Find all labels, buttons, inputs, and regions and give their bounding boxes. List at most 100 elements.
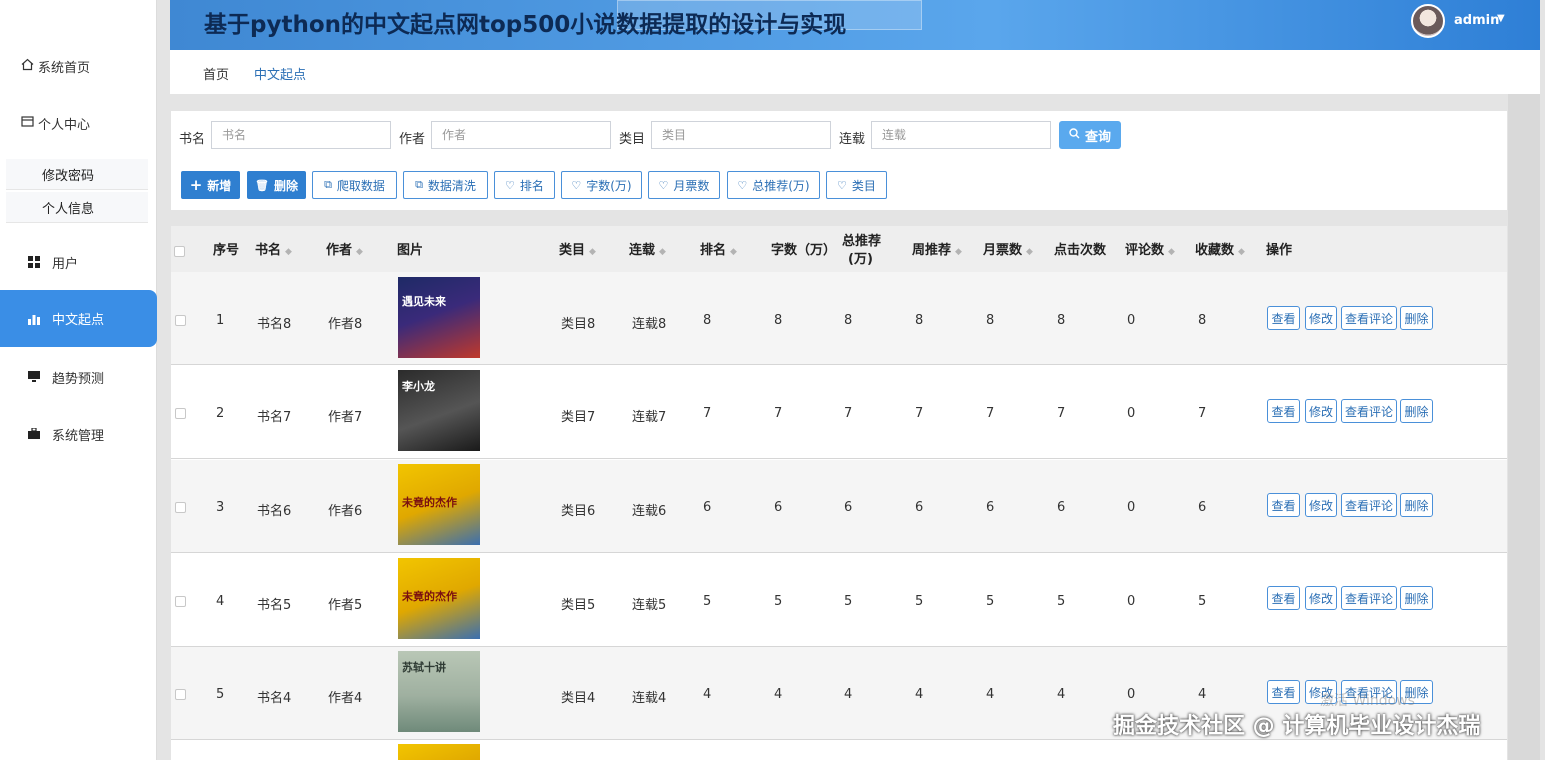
select-all-checkbox[interactable] [174, 246, 185, 257]
col-favs[interactable]: 收藏数 ◆ [1195, 243, 1245, 260]
grid-icon [28, 256, 40, 268]
book-cover-image[interactable]: 未竟的杰作 [398, 558, 480, 639]
col-monthly[interactable]: 月票数 ◆ [983, 243, 1033, 260]
heart-icon: ♡ [737, 178, 748, 192]
view-comments-button[interactable]: 查看评论 [1341, 399, 1397, 423]
cell-comments: 0 [1127, 687, 1136, 702]
col-author[interactable]: 作者 ◆ [326, 243, 363, 260]
cell-rank: 4 [703, 687, 712, 702]
sort-icon[interactable]: ◆ [1026, 247, 1033, 257]
category-chart-button[interactable]: ♡ 类目 [826, 171, 887, 199]
cell-week-rec: 6 [915, 500, 924, 515]
avatar[interactable] [1411, 4, 1445, 38]
view-button[interactable]: 查看 [1267, 586, 1300, 610]
breadcrumb [170, 50, 1540, 94]
col-name[interactable]: 书名 ◆ [255, 243, 292, 260]
plus-icon: + [189, 176, 203, 194]
chevron-down-icon[interactable]: ▼ [1497, 13, 1505, 24]
col-comments[interactable]: 评论数 ◆ [1125, 243, 1175, 260]
cell-words: 5 [774, 594, 783, 609]
monthly-votes-chart-button[interactable]: ♡ 月票数 [648, 171, 720, 199]
search-input-serial[interactable]: 连载 [871, 121, 1051, 149]
book-cover-image[interactable] [398, 744, 480, 760]
view-button[interactable]: 查看 [1267, 399, 1300, 423]
sort-icon[interactable]: ◆ [1238, 247, 1245, 257]
search-input-category[interactable]: 类目 [651, 121, 831, 149]
sort-icon[interactable]: ◆ [285, 247, 292, 257]
view-comments-button[interactable]: 查看评论 [1341, 586, 1397, 610]
add-button[interactable]: + 新增 [181, 171, 240, 199]
delete-button[interactable]: 🗑 删除 [247, 171, 306, 199]
sidebar-subitem-profile[interactable]: 个人信息 [6, 192, 148, 223]
row-checkbox[interactable] [175, 502, 186, 513]
cell-no: 1 [216, 313, 225, 328]
cell-total-rec: 5 [844, 594, 853, 609]
cell-week-rec: 5 [915, 594, 924, 609]
total-recommend-chart-button[interactable]: ♡ 总推荐(万) [727, 171, 820, 199]
search-input-name[interactable]: 书名 [211, 121, 391, 149]
cell-category: 类目5 [561, 598, 596, 613]
view-button[interactable]: 查看 [1267, 306, 1300, 330]
edit-button[interactable]: 修改 [1305, 399, 1337, 423]
view-comments-button[interactable]: 查看评论 [1341, 306, 1397, 330]
col-actions: 操作 [1266, 243, 1293, 258]
rank-chart-button[interactable]: ♡ 排名 [494, 171, 555, 199]
edit-button[interactable]: 修改 [1305, 493, 1337, 517]
sidebar-item-system[interactable]: 系统管理 [0, 414, 157, 454]
cell-rank: 7 [703, 406, 712, 421]
delete-row-button[interactable]: 删除 [1400, 493, 1433, 517]
sort-icon[interactable]: ◆ [589, 247, 596, 257]
cell-author: 作者7 [328, 410, 363, 425]
delete-row-button[interactable]: 删除 [1400, 399, 1433, 423]
sidebar-item-trend[interactable]: 趋势预测 [0, 357, 157, 397]
cell-monthly: 4 [986, 687, 995, 702]
breadcrumb-home[interactable]: 首页 [203, 64, 229, 83]
sort-icon[interactable]: ◆ [659, 247, 666, 257]
cell-favs: 7 [1198, 406, 1207, 421]
cell-category: 类目6 [561, 504, 596, 519]
book-cover-image[interactable]: 遇见未来 [398, 277, 480, 358]
search-input-author[interactable]: 作者 [431, 121, 611, 149]
sidebar-item-home[interactable]: 系统首页 [0, 46, 157, 86]
sidebar-item-qidian[interactable]: 中文起点 [0, 290, 157, 347]
col-category[interactable]: 类目 ◆ [559, 243, 596, 260]
row-checkbox[interactable] [175, 408, 186, 419]
row-checkbox[interactable] [175, 689, 186, 700]
cell-author: 作者8 [328, 317, 363, 332]
home-icon [20, 58, 34, 74]
delete-row-button[interactable]: 删除 [1400, 586, 1433, 610]
words-chart-button[interactable]: ♡ 字数(万) [561, 171, 642, 199]
cell-name: 书名4 [257, 691, 292, 706]
sidebar-item-users[interactable]: 用户 [0, 242, 157, 282]
sidebar-item-personal[interactable]: 个人中心 [0, 103, 157, 143]
view-button[interactable]: 查看 [1267, 680, 1300, 704]
scrollbar[interactable] [1508, 94, 1540, 760]
sort-icon[interactable]: ◆ [955, 247, 962, 257]
clean-data-button[interactable]: ⧉ 数据清洗 [403, 171, 488, 199]
user-name[interactable]: admin [1454, 13, 1499, 28]
row-checkbox[interactable] [175, 596, 186, 607]
row-checkbox[interactable] [175, 315, 186, 326]
breadcrumb-current[interactable]: 中文起点 [254, 64, 306, 83]
query-button[interactable]: 查询 [1059, 121, 1121, 149]
col-week-rec[interactable]: 周推荐 ◆ [912, 243, 962, 260]
book-cover-image[interactable]: 李小龙 [398, 370, 480, 451]
book-cover-image[interactable]: 苏轼十讲 [398, 651, 480, 732]
view-button[interactable]: 查看 [1267, 493, 1300, 517]
cell-clicks: 4 [1057, 687, 1066, 702]
sort-icon[interactable]: ◆ [356, 247, 363, 257]
delete-row-button[interactable]: 删除 [1400, 306, 1433, 330]
cell-monthly: 7 [986, 406, 995, 421]
sort-icon[interactable]: ◆ [1168, 247, 1175, 257]
book-cover-image[interactable]: 未竟的杰作 [398, 464, 480, 545]
edit-button[interactable]: 修改 [1305, 586, 1337, 610]
sidebar-subitem-change-password[interactable]: 修改密码 [6, 159, 148, 190]
col-rank[interactable]: 排名 ◆ [700, 243, 737, 260]
cell-category: 类目8 [561, 317, 596, 332]
col-serial[interactable]: 连载 ◆ [629, 243, 666, 260]
crawl-data-button[interactable]: ⧉ 爬取数据 [312, 171, 397, 199]
edit-button[interactable]: 修改 [1305, 306, 1337, 330]
sort-icon[interactable]: ◆ [730, 247, 737, 257]
view-comments-button[interactable]: 查看评论 [1341, 493, 1397, 517]
table-header [171, 226, 1507, 272]
